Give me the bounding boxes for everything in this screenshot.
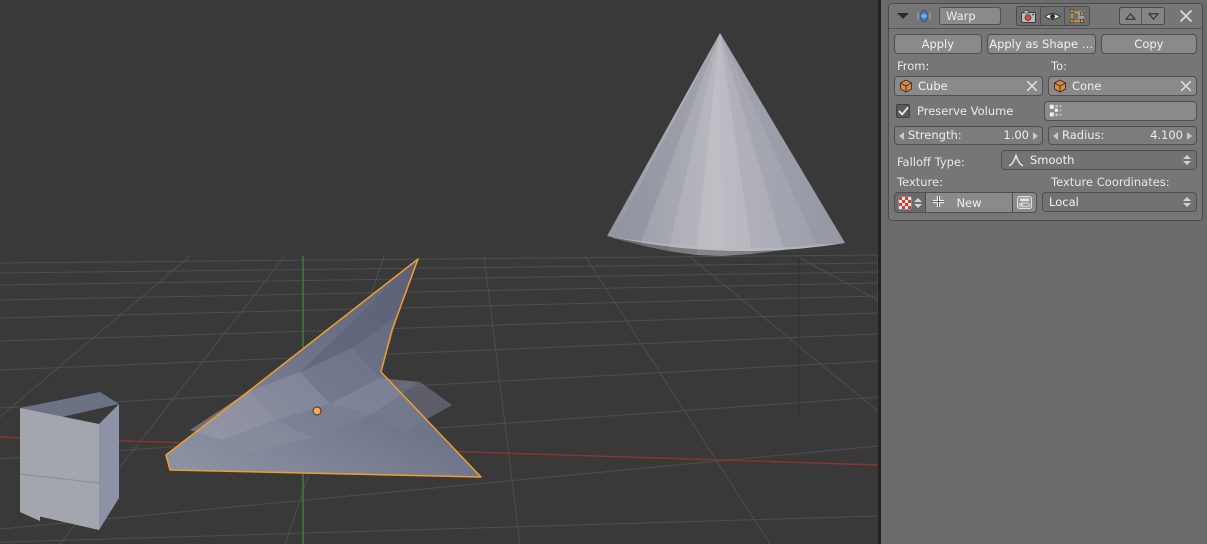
from-clear-close-icon[interactable] bbox=[1026, 80, 1038, 92]
blender-window: Warp Apply Apply as Shape … Copy From: T… bbox=[0, 0, 1207, 544]
radius-slider[interactable]: Radius: 4.100 bbox=[1048, 126, 1197, 145]
texture-updown-arrows-icon[interactable] bbox=[914, 197, 922, 208]
strength-slider[interactable]: Strength: 1.00 bbox=[894, 126, 1043, 145]
to-object-field[interactable]: Cone bbox=[1048, 76, 1197, 96]
falloff-row: Falloff Type: Smooth bbox=[894, 150, 1197, 170]
collapse-triangle-down-icon[interactable] bbox=[897, 13, 909, 19]
delete-modifier-close-icon[interactable] bbox=[1176, 6, 1196, 26]
checkbox-box bbox=[896, 104, 910, 118]
falloff-type-dropdown[interactable]: Smooth bbox=[1001, 150, 1197, 170]
move-up-button[interactable] bbox=[1120, 8, 1142, 24]
strength-increment-arrow-icon[interactable] bbox=[1033, 131, 1038, 140]
display-toggle-group bbox=[1016, 6, 1090, 26]
object-origin-dot[interactable] bbox=[312, 406, 322, 416]
new-texture-label: New bbox=[956, 195, 982, 210]
from-object-field[interactable]: Cube bbox=[894, 76, 1043, 96]
modifier-stack: Warp Apply Apply as Shape … Copy From: T… bbox=[888, 3, 1203, 221]
copy-button[interactable]: Copy bbox=[1100, 34, 1197, 54]
radius-value: 4.100 bbox=[1150, 128, 1183, 142]
viewport-canvas[interactable] bbox=[0, 0, 878, 544]
modifier-move-buttons bbox=[1119, 7, 1165, 25]
from-to-label-row: From: To: bbox=[894, 59, 1197, 75]
texture-browse-swatch[interactable] bbox=[894, 192, 925, 213]
edit-mode-toggle-icon[interactable] bbox=[1065, 7, 1089, 25]
texture-coordinates-dropdown[interactable]: Local bbox=[1042, 192, 1197, 212]
preserve-volume-checkbox[interactable]: Preserve Volume bbox=[894, 101, 1039, 121]
object-mesh-icon bbox=[1053, 79, 1067, 93]
falloff-type-label: Falloff Type: bbox=[897, 155, 965, 169]
to-object-name: Cone bbox=[1072, 79, 1102, 93]
texture-checker-icon bbox=[898, 195, 912, 210]
modifier-panel-warp: Warp Apply Apply as Shape … Copy From: T… bbox=[888, 3, 1203, 221]
modifier-name-input[interactable]: Warp bbox=[939, 7, 1001, 25]
texture-control-row: New Local bbox=[894, 192, 1197, 213]
from-to-field-row: Cube Cone bbox=[894, 76, 1197, 96]
apply-as-shape-button[interactable]: Apply as Shape … bbox=[986, 34, 1096, 54]
preserve-volume-row: Preserve Volume bbox=[894, 101, 1197, 121]
plus-icon bbox=[932, 195, 945, 211]
browse-texture-icon bbox=[1017, 196, 1032, 209]
falloff-type-value: Smooth bbox=[1030, 153, 1075, 167]
checkmark-icon bbox=[898, 106, 908, 115]
preserve-volume-label: Preserve Volume bbox=[917, 104, 1014, 118]
warp-modifier-icon bbox=[916, 9, 932, 23]
from-label: From: bbox=[897, 59, 930, 73]
strength-value: 1.00 bbox=[1003, 128, 1029, 142]
modifier-header: Warp bbox=[889, 4, 1202, 29]
properties-panel: Warp Apply Apply as Shape … Copy From: T… bbox=[878, 0, 1207, 544]
texture-label-row: Texture: Texture Coordinates: bbox=[894, 175, 1197, 191]
modifier-action-row: Apply Apply as Shape … Copy bbox=[894, 34, 1197, 54]
render-toggle-camera-icon[interactable] bbox=[1017, 7, 1041, 25]
texcoord-updown-arrows-icon[interactable] bbox=[1183, 197, 1191, 207]
texture-label: Texture: bbox=[897, 175, 943, 189]
vertex-group-icon bbox=[1049, 104, 1062, 117]
falloff-smooth-curve-icon bbox=[1008, 153, 1024, 166]
browse-texture-button[interactable] bbox=[1013, 192, 1037, 213]
from-object-name: Cube bbox=[918, 79, 948, 93]
radius-label: Radius: bbox=[1062, 128, 1105, 142]
radius-increment-arrow-icon[interactable] bbox=[1187, 131, 1192, 140]
strength-radius-row: Strength: 1.00 Radius: 4.100 bbox=[894, 126, 1197, 145]
updown-arrows-icon[interactable] bbox=[1183, 155, 1191, 165]
texture-datablock: New bbox=[894, 192, 1037, 213]
texture-coordinates-label: Texture Coordinates: bbox=[1051, 175, 1170, 189]
3d-viewport[interactable] bbox=[0, 0, 878, 544]
vertex-group-field[interactable] bbox=[1044, 101, 1197, 121]
to-clear-close-icon[interactable] bbox=[1180, 80, 1192, 92]
apply-button[interactable]: Apply bbox=[894, 34, 982, 54]
to-label: To: bbox=[1051, 59, 1067, 73]
modifier-body: Apply Apply as Shape … Copy From: To: Cu… bbox=[889, 29, 1202, 220]
object-mesh-icon bbox=[899, 79, 913, 93]
strength-label: Strength: bbox=[908, 128, 962, 142]
texture-coordinates-value: Local bbox=[1049, 195, 1079, 209]
new-texture-button[interactable]: New bbox=[925, 192, 1013, 213]
viewport-toggle-eye-icon[interactable] bbox=[1041, 7, 1065, 25]
move-down-button[interactable] bbox=[1142, 8, 1164, 24]
